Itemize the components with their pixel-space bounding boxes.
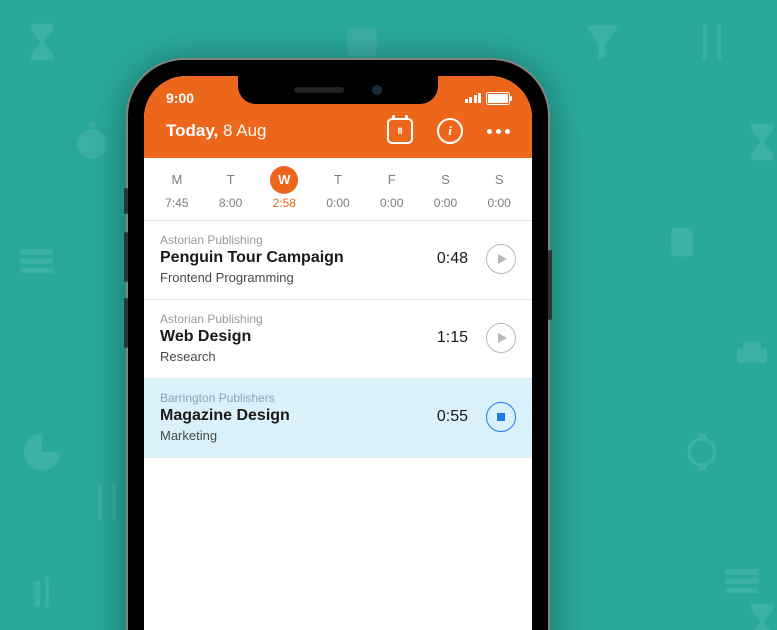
time-entry[interactable]: Astorian Publishing Web Design Research 1:1… <box>144 300 532 379</box>
camera-icon <box>372 85 382 95</box>
more-button[interactable] <box>487 129 510 134</box>
day-column[interactable]: T 8:00 <box>204 166 258 210</box>
day-label: M <box>150 166 204 194</box>
entry-project: Magazine Design <box>160 407 425 425</box>
entry-time: 0:48 <box>437 250 468 268</box>
day-duration: 0:00 <box>365 196 419 210</box>
entry-time: 0:55 <box>437 408 468 426</box>
day-duration: 0:00 <box>472 196 526 210</box>
entry-time: 1:15 <box>437 329 468 347</box>
signal-icon <box>465 93 482 103</box>
day-column[interactable]: F 0:00 <box>365 166 419 210</box>
play-icon <box>498 333 507 343</box>
day-column[interactable]: W 2:58 <box>257 166 311 210</box>
page-title: Today, 8 Aug <box>166 121 266 141</box>
entry-client: Astorian Publishing <box>160 233 425 247</box>
play-icon <box>498 254 507 264</box>
day-duration: 2:58 <box>257 196 311 210</box>
info-button[interactable]: i <box>437 118 463 144</box>
title-date: 8 Aug <box>218 121 266 140</box>
more-icon <box>487 129 510 134</box>
speaker-icon <box>294 87 344 93</box>
day-column[interactable]: S 0:00 <box>472 166 526 210</box>
entry-list: Astorian Publishing Penguin Tour Campaign… <box>144 221 532 458</box>
calendar-day: 8 <box>389 126 411 136</box>
phone-screen: 9:00 Today, 8 Aug 8 i <box>144 76 532 630</box>
day-duration: 7:45 <box>150 196 204 210</box>
day-duration: 0:00 <box>419 196 473 210</box>
status-time: 9:00 <box>166 90 194 106</box>
stop-icon <box>497 413 505 421</box>
day-column[interactable]: T 0:00 <box>311 166 365 210</box>
entry-project: Penguin Tour Campaign <box>160 249 425 267</box>
entry-project: Web Design <box>160 328 425 346</box>
side-button <box>124 298 128 348</box>
day-column[interactable]: S 0:00 <box>419 166 473 210</box>
info-icon: i <box>437 118 463 144</box>
entry-task: Research <box>160 349 425 364</box>
entry-client: Barrington Publishers <box>160 391 425 405</box>
app-backdrop: 9:00 Today, 8 Aug 8 i <box>0 0 777 630</box>
calendar-icon: 8 <box>387 118 413 144</box>
stop-button[interactable] <box>486 402 516 432</box>
time-entry[interactable]: Barrington Publishers Magazine Design Mark… <box>144 379 532 458</box>
day-label: T <box>204 166 258 194</box>
day-label: S <box>419 166 473 194</box>
side-button <box>124 188 128 214</box>
week-strip: M7:45T8:00W2:58T0:00F0:00S0:00S0:00 <box>144 158 532 221</box>
phone-frame: 9:00 Today, 8 Aug 8 i <box>128 60 548 630</box>
phone-notch <box>238 76 438 104</box>
day-label: F <box>365 166 419 194</box>
battery-icon <box>486 92 510 105</box>
time-entry[interactable]: Astorian Publishing Penguin Tour Campaign… <box>144 221 532 300</box>
play-button[interactable] <box>486 244 516 274</box>
day-label: W <box>270 166 298 194</box>
calendar-button[interactable]: 8 <box>387 118 413 144</box>
entry-client: Astorian Publishing <box>160 312 425 326</box>
day-label: S <box>472 166 526 194</box>
play-button[interactable] <box>486 323 516 353</box>
day-column[interactable]: M 7:45 <box>150 166 204 210</box>
entry-task: Frontend Programming <box>160 270 425 285</box>
entry-task: Marketing <box>160 428 425 443</box>
day-duration: 8:00 <box>204 196 258 210</box>
side-button <box>124 232 128 282</box>
side-button <box>548 250 552 320</box>
day-label: T <box>311 166 365 194</box>
day-duration: 0:00 <box>311 196 365 210</box>
title-today: Today, <box>166 121 218 140</box>
